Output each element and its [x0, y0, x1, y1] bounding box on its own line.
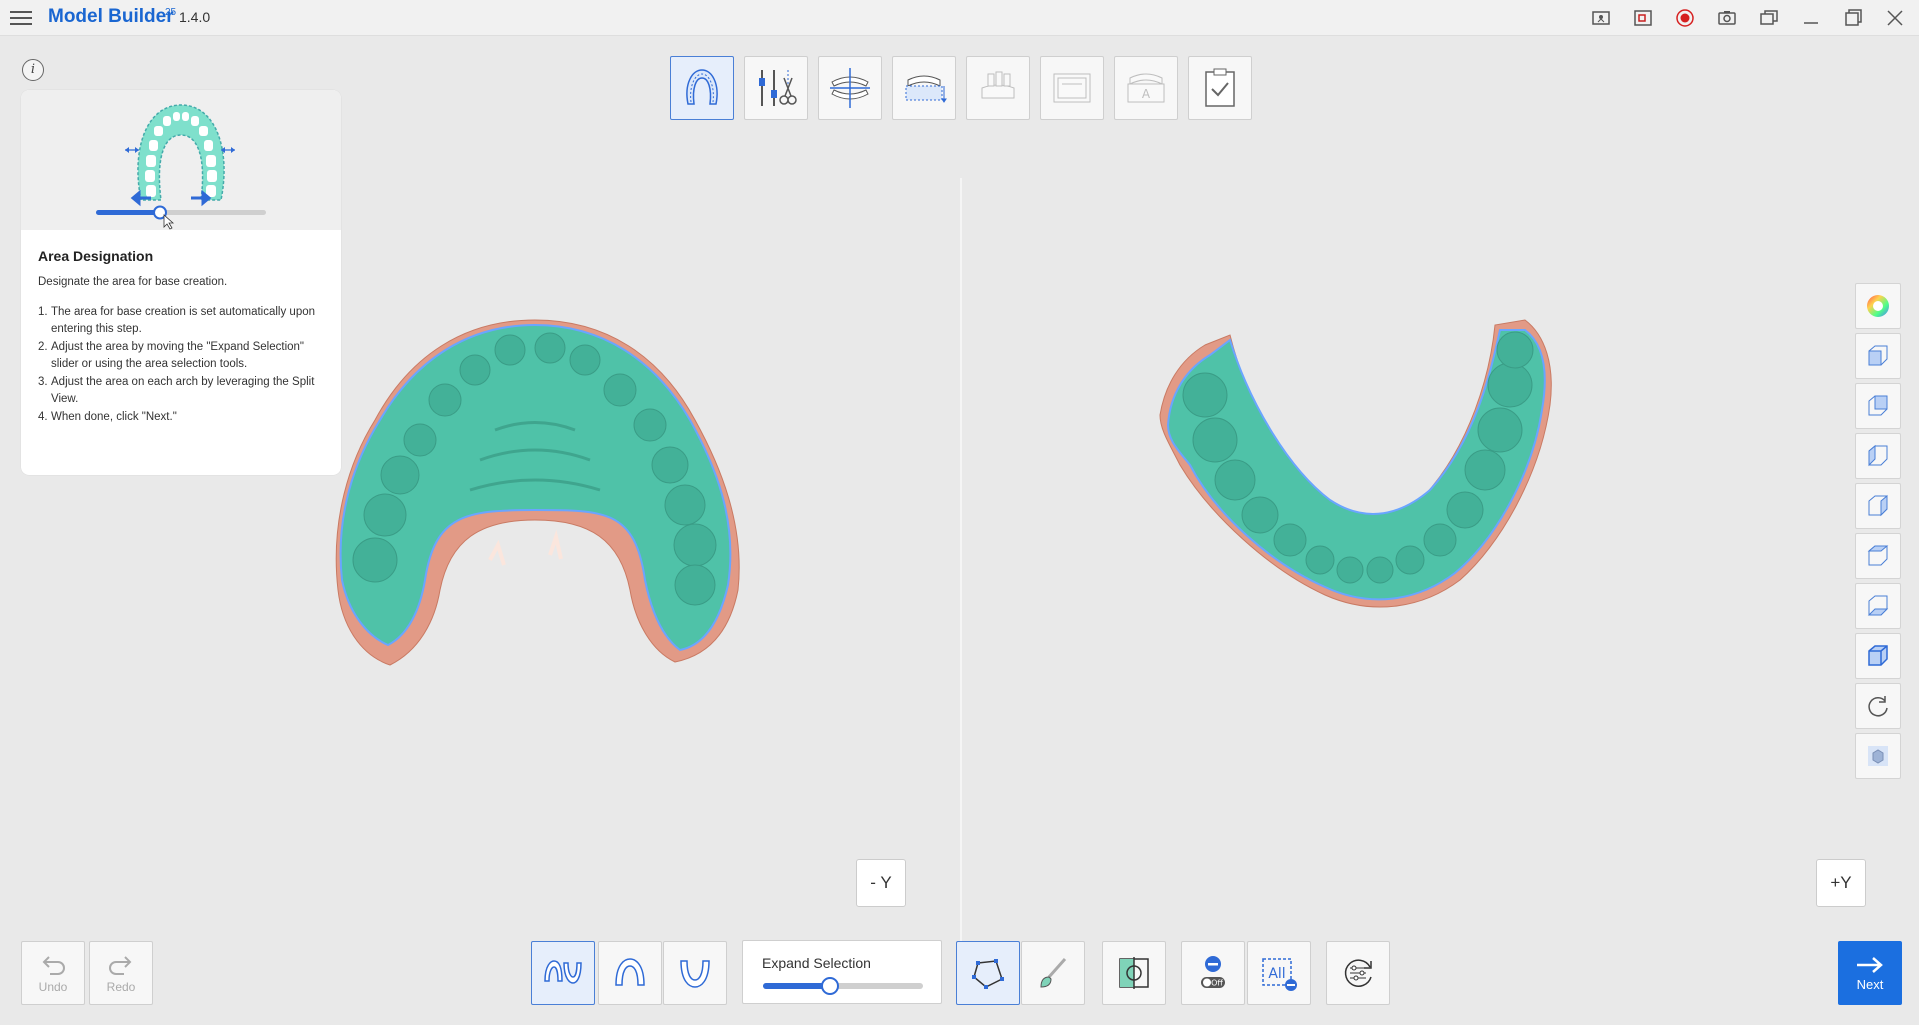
lower-arch-button[interactable] — [663, 941, 727, 1005]
step-toolbar: A — [670, 56, 1252, 120]
split-divider[interactable] — [960, 178, 962, 948]
guide-panel: Area Designation Designate the area for … — [21, 90, 341, 475]
deselect-toggle-icon: Off — [1201, 956, 1225, 988]
guide-description: Designate the area for base creation. — [38, 276, 228, 288]
both-arches-button[interactable] — [531, 941, 595, 1005]
reset-selection-button[interactable] — [1326, 941, 1390, 1005]
reset-selection-icon — [1344, 959, 1372, 987]
svg-text:A: A — [1142, 87, 1151, 101]
select-all-minus-icon: All — [1262, 958, 1297, 991]
step-text-label[interactable]: A — [1114, 56, 1178, 120]
windows-icon[interactable] — [1755, 4, 1783, 32]
arrow-right-icon — [1857, 956, 1883, 973]
guide-illustration — [21, 90, 341, 230]
step-base-label[interactable] — [1040, 56, 1104, 120]
expand-selection-fill — [763, 983, 831, 989]
select-all-minus-button[interactable]: All — [1247, 941, 1311, 1005]
upper-arch-button[interactable] — [598, 941, 662, 1005]
guide-step: 3. Adjust the area on each arch by levera… — [38, 376, 315, 405]
redo-label: Redo — [106, 980, 136, 994]
app-title: Model Builder — [48, 6, 174, 27]
cube-right-icon[interactable] — [1855, 483, 1901, 529]
close-icon[interactable] — [1881, 4, 1909, 32]
rotate-icon[interactable] — [1855, 683, 1901, 729]
cube-back-icon[interactable] — [1855, 383, 1901, 429]
guide-steps: 1. The area for base creation is set auto… — [38, 304, 323, 426]
step-finish-check[interactable] — [1188, 56, 1252, 120]
region-capture-icon[interactable] — [1629, 4, 1657, 32]
camera-icon[interactable] — [1713, 4, 1741, 32]
expand-selection-label: Expand Selection — [762, 955, 871, 971]
guide-title: Area Designation — [38, 248, 154, 264]
info-button[interactable]: i — [22, 59, 44, 81]
brush-select-button[interactable] — [1021, 941, 1085, 1005]
model-icon[interactable] — [1855, 733, 1901, 779]
both-arches-icon — [544, 960, 582, 984]
view-tools — [1855, 283, 1901, 779]
title-bar: Model Builder 25 1.4.0 — [0, 0, 1919, 36]
right-viewport[interactable] — [1150, 315, 1650, 695]
left-viewport[interactable] — [320, 300, 800, 700]
app-version: 1.4.0 — [179, 9, 211, 25]
menu-icon[interactable] — [10, 8, 32, 26]
split-view-icon — [1119, 957, 1149, 989]
toggle-off-label: Off — [1211, 979, 1223, 988]
cube-front-icon[interactable] — [1855, 333, 1901, 379]
next-label: Next — [1856, 976, 1884, 992]
axis-plus-y-button[interactable]: +Y — [1816, 859, 1866, 907]
all-label: All — [1268, 966, 1285, 982]
split-view-button[interactable] — [1102, 941, 1166, 1005]
lower-arch-icon — [680, 960, 710, 988]
lower-arch-model[interactable] — [1150, 315, 1650, 695]
brush-icon — [1040, 958, 1067, 988]
undo-icon — [42, 956, 65, 975]
undo-button[interactable]: Undo — [21, 941, 85, 1005]
step-die-setup[interactable] — [966, 56, 1030, 120]
next-button[interactable]: Next — [1838, 941, 1902, 1005]
upper-arch-model[interactable] — [320, 300, 800, 700]
axis-minus-y-button[interactable]: - Y — [856, 859, 906, 907]
minimize-icon[interactable] — [1797, 4, 1825, 32]
upper-arch-icon — [615, 958, 645, 986]
undo-label: Undo — [38, 980, 68, 994]
app-badge: 25 — [165, 7, 177, 18]
expand-selection-thumb[interactable] — [821, 977, 840, 995]
polygon-select-icon — [972, 959, 1004, 989]
polygon-select-button[interactable] — [956, 941, 1020, 1005]
cube-left-icon[interactable] — [1855, 433, 1901, 479]
record-icon[interactable] — [1671, 4, 1699, 32]
color-wheel-icon[interactable] — [1855, 283, 1901, 329]
expand-selection-slider[interactable] — [763, 977, 923, 995]
redo-button[interactable]: Redo — [89, 941, 153, 1005]
cube-top-icon[interactable] — [1855, 533, 1901, 579]
step-occlusion-align[interactable] — [818, 56, 882, 120]
maximize-icon[interactable] — [1839, 4, 1867, 32]
cube-bottom-icon[interactable] — [1855, 583, 1901, 629]
expand-selection-control: Expand Selection — [742, 940, 942, 1004]
guide-step: 2. Adjust the area by moving the "Expand … — [38, 341, 305, 370]
deselect-toggle-button[interactable]: Off — [1181, 941, 1245, 1005]
redo-icon — [109, 956, 132, 975]
cube-iso-icon[interactable] — [1855, 633, 1901, 679]
guide-step: 1. The area for base creation is set auto… — [38, 306, 316, 335]
guide-step: 4. When done, click "Next." — [38, 411, 177, 423]
screen-capture-icon[interactable] — [1587, 4, 1615, 32]
step-area-designation[interactable] — [670, 56, 734, 120]
step-base-creation[interactable] — [892, 56, 956, 120]
step-trim-tools[interactable] — [744, 56, 808, 120]
